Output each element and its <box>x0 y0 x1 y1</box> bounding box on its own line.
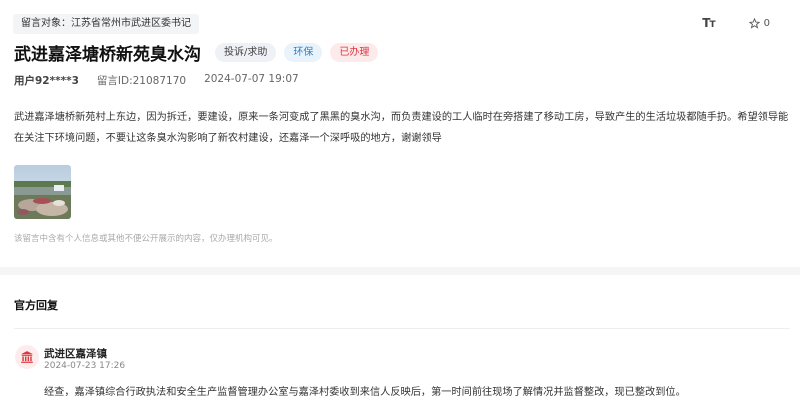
user-name: 用户92****3 <box>14 75 79 87</box>
message-id: 留言ID:21087170 <box>96 75 187 87</box>
title-row: 武进嘉泽塘桥新苑臭水沟 投诉/求助 环保 已办理 <box>14 40 379 65</box>
status-badge: 已办理 <box>330 43 379 62</box>
message-meta: 用户92****3 留言ID:21087170 2024-07-07 19:07 <box>14 73 299 88</box>
reply-org-name: 武进区嘉泽镇 <box>44 348 107 360</box>
section-separator <box>0 267 800 275</box>
top-actions: TT 0 <box>702 16 770 30</box>
page-title: 武进嘉泽塘桥新苑臭水沟 <box>14 45 201 65</box>
reply-content: 经查，嘉泽镇综合行政执法和安全生产监督管理办公室与嘉泽村委收到来信人反映后，第一… <box>44 387 686 398</box>
message-datetime: 2024-07-07 19:07 <box>204 73 299 85</box>
type-tag: 投诉/求助 <box>215 43 277 62</box>
attachment-photo <box>14 165 71 219</box>
government-building-icon <box>15 345 39 369</box>
reply-divider <box>14 328 790 329</box>
message-body: 武进嘉泽塘桥新苑村上东边，因为拆迁，要建设，原来一条河变成了黑黑的臭水沟，而负责… <box>14 112 789 144</box>
favorite-button[interactable]: 0 <box>748 17 770 29</box>
message-target-chip: 留言对象：江苏省常州市武进区委书记 <box>13 14 199 34</box>
favorite-count: 0 <box>763 17 770 29</box>
star-outline-icon <box>748 17 760 29</box>
domain-tag: 环保 <box>284 43 323 62</box>
privacy-note: 该留言中含有个人信息或其他不便公开展示的内容，仅办理机构可见。 <box>14 234 278 244</box>
attachment-thumbnail[interactable] <box>14 165 71 219</box>
reply-time: 2024-07-23 17:26 <box>44 361 126 371</box>
font-size-icon[interactable]: TT <box>702 16 715 30</box>
official-reply-heading: 官方回复 <box>14 299 58 312</box>
